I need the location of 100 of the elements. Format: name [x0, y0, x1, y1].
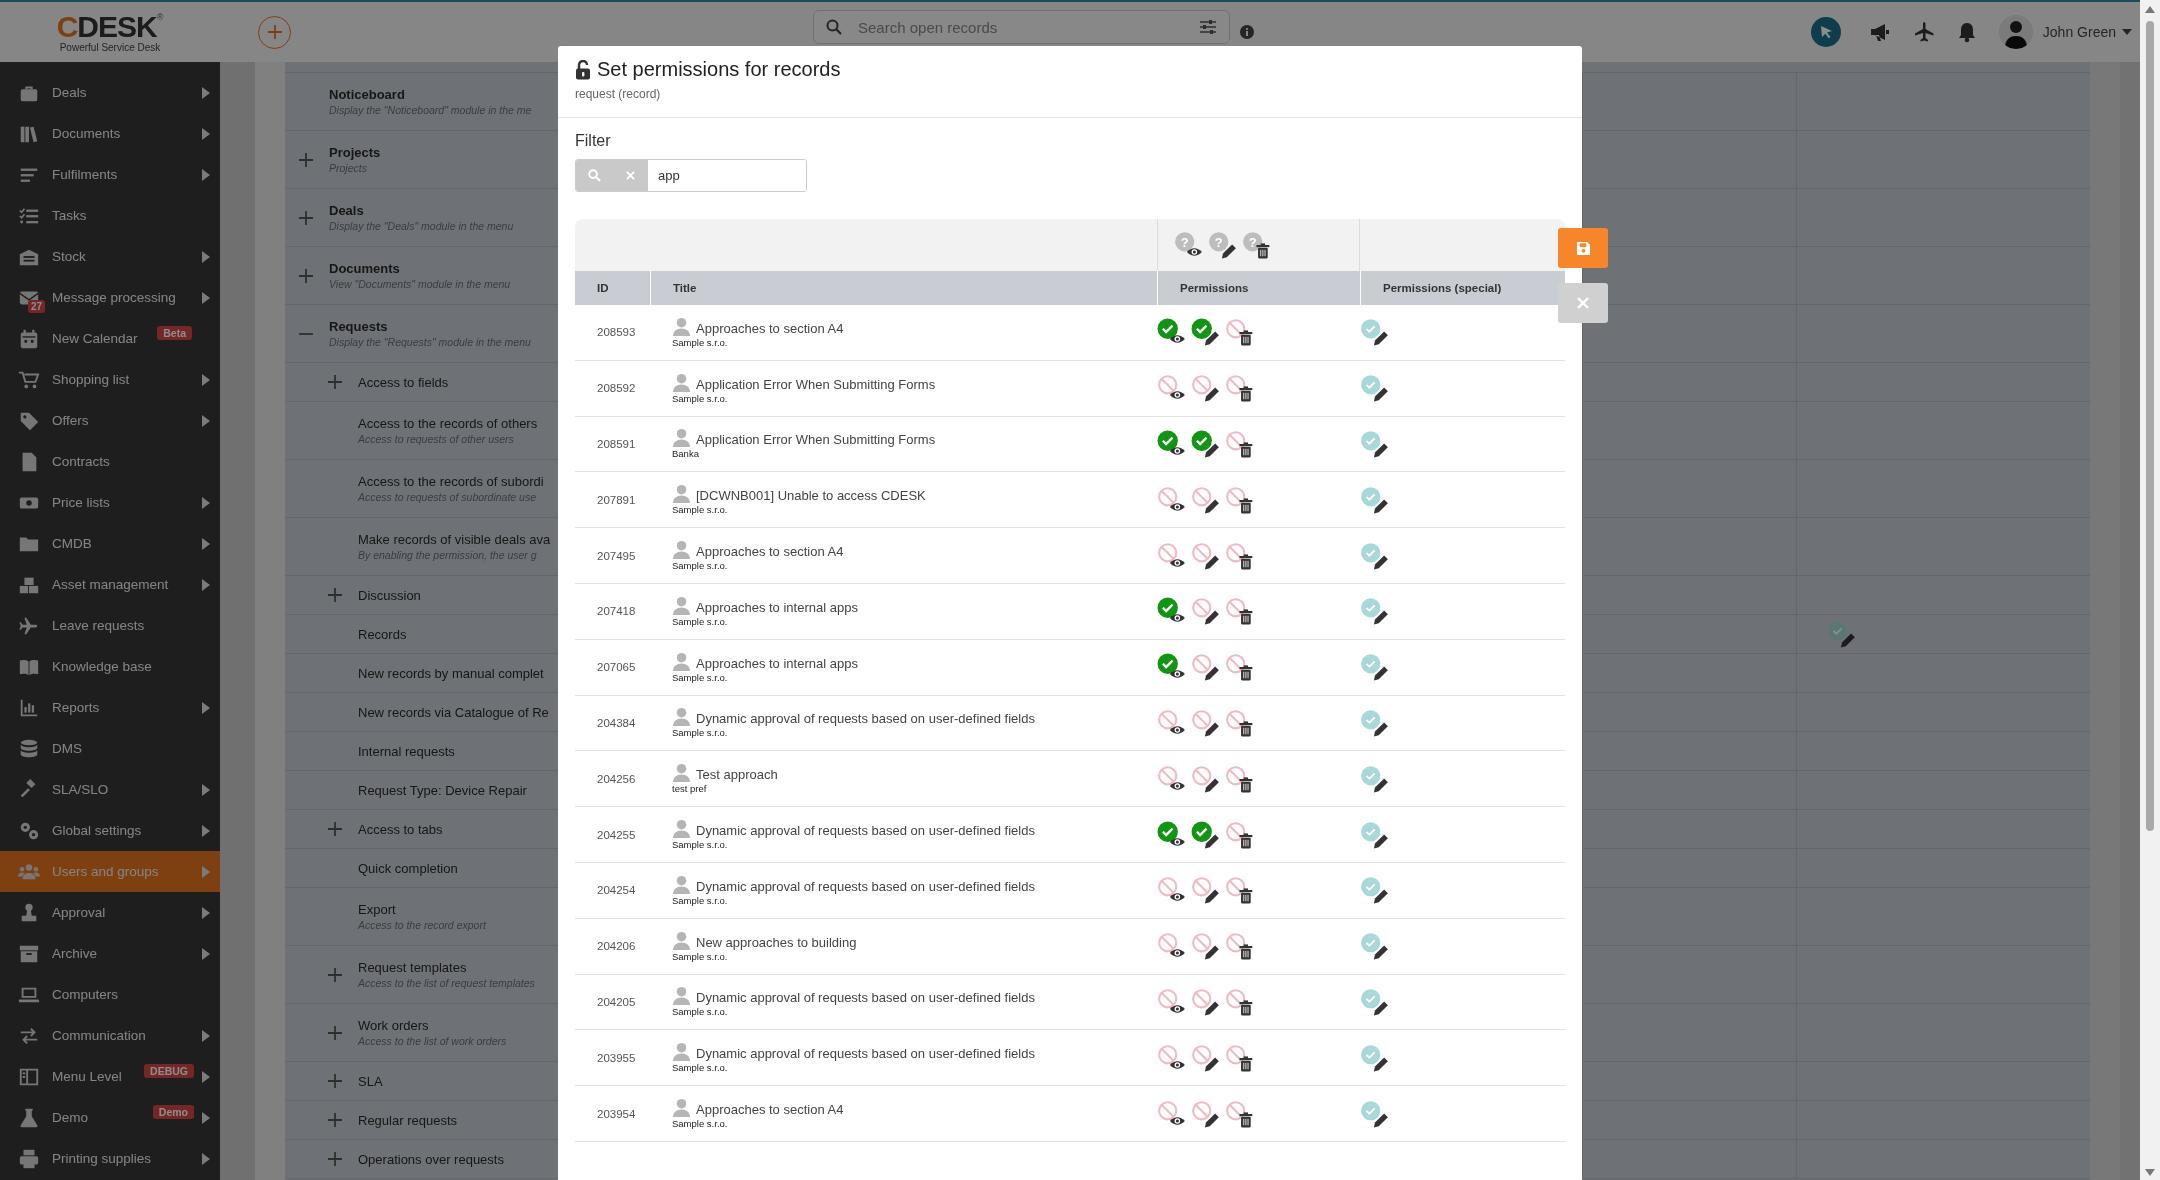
sidebar-item[interactable]: Deals — [0, 72, 220, 113]
plus-icon[interactable] — [328, 375, 342, 389]
check-pencil-icon[interactable] — [1191, 318, 1221, 347]
info-icon[interactable] — [1240, 25, 1254, 39]
search-bar[interactable]: Search open records — [813, 10, 1230, 44]
plus-icon[interactable] — [328, 1113, 342, 1127]
check-pencil-icon[interactable] — [1191, 430, 1221, 458]
blocked-pencil-icon[interactable] — [1191, 876, 1221, 905]
down-arrow-icon[interactable] — [2145, 1169, 2155, 1176]
sidebar-item[interactable]: SLA/SLO — [0, 769, 220, 810]
plus-icon[interactable] — [299, 268, 313, 283]
megaphone-icon[interactable] — [1868, 22, 1891, 42]
plus-icon[interactable] — [328, 588, 342, 602]
blocked-trash-icon[interactable] — [1225, 318, 1255, 347]
sidebar-item[interactable]: Stock — [0, 236, 220, 277]
plus-icon[interactable] — [328, 1025, 342, 1040]
sidebar-item[interactable]: CMDB — [0, 523, 220, 564]
check-eye-icon[interactable] — [1157, 820, 1187, 849]
blocked-pencil-icon[interactable] — [1191, 987, 1221, 1016]
sidebar-item[interactable]: Fulfilments — [0, 154, 220, 195]
blocked-pencil-icon[interactable] — [1191, 653, 1221, 682]
check-pencil-icon[interactable] — [1360, 1099, 1390, 1128]
plus-icon[interactable] — [328, 1152, 342, 1166]
blocked-trash-icon[interactable] — [1225, 653, 1255, 682]
minus-icon[interactable] — [299, 332, 313, 335]
check-pencil-icon[interactable] — [1360, 708, 1390, 737]
check-pencil-icon[interactable] — [1360, 932, 1390, 961]
check-eye-icon[interactable] — [1157, 430, 1187, 458]
blocked-eye-icon[interactable] — [1157, 1099, 1187, 1128]
sidebar-item[interactable]: Reports — [0, 687, 220, 728]
blocked-pencil-icon[interactable] — [1191, 708, 1221, 737]
blocked-eye-icon[interactable] — [1157, 987, 1187, 1016]
blocked-eye-icon[interactable] — [1157, 764, 1187, 793]
blocked-trash-icon[interactable] — [1225, 374, 1255, 403]
scroll-thumb[interactable] — [2146, 21, 2154, 831]
check-pencil-icon[interactable] — [1191, 820, 1221, 849]
sidebar-item[interactable]: Tasks — [0, 195, 220, 236]
plus-icon[interactable] — [328, 1074, 342, 1088]
sidebar-item[interactable]: Offers — [0, 400, 220, 441]
sidebar-item[interactable]: Documents — [0, 113, 220, 154]
blocked-eye-icon[interactable] — [1157, 485, 1187, 514]
blocked-trash-icon[interactable] — [1225, 876, 1255, 905]
check-pencil-icon[interactable] — [1360, 987, 1390, 1016]
cursor-button[interactable] — [1810, 17, 1841, 47]
plus-icon[interactable] — [328, 822, 342, 836]
blocked-trash-icon[interactable] — [1225, 820, 1255, 849]
blocked-pencil-icon[interactable] — [1191, 764, 1221, 793]
check-pencil-icon[interactable] — [1827, 620, 1857, 648]
plus-icon[interactable] — [299, 152, 313, 167]
blocked-pencil-icon[interactable] — [1191, 1043, 1221, 1072]
check-pencil-icon[interactable] — [1360, 430, 1390, 458]
check-pencil-icon[interactable] — [1360, 374, 1390, 403]
sidebar-item[interactable]: Archive — [0, 933, 220, 974]
blocked-trash-icon[interactable] — [1225, 987, 1255, 1016]
blocked-pencil-icon[interactable] — [1191, 374, 1221, 403]
blocked-trash-icon[interactable] — [1225, 1043, 1255, 1072]
sidebar-item[interactable]: Printing supplies — [0, 1138, 220, 1179]
plus-icon[interactable] — [328, 967, 342, 982]
bell-icon[interactable] — [1956, 21, 1977, 43]
sidebar-item[interactable]: New Calendar Beta — [0, 318, 220, 359]
blocked-trash-icon[interactable] — [1225, 708, 1255, 737]
sidebar-item[interactable]: Shopping list — [0, 359, 220, 400]
blocked-pencil-icon[interactable] — [1191, 541, 1221, 570]
check-pencil-icon[interactable] — [1360, 653, 1390, 682]
blocked-pencil-icon[interactable] — [1191, 932, 1221, 961]
sidebar-item[interactable]: Communication — [0, 1015, 220, 1056]
blocked-pencil-icon[interactable] — [1191, 1099, 1221, 1128]
sidebar-item[interactable]: Knowledge base — [0, 646, 220, 687]
sidebar-item[interactable]: Leave requests — [0, 605, 220, 646]
check-pencil-icon[interactable] — [1360, 597, 1390, 626]
search-field[interactable]: Search open records — [856, 17, 1185, 37]
caret-down-icon[interactable] — [2122, 29, 2132, 35]
blocked-eye-icon[interactable] — [1157, 1043, 1187, 1072]
sidebar-item[interactable]: Global settings — [0, 810, 220, 851]
blocked-pencil-icon[interactable] — [1191, 597, 1221, 626]
blocked-trash-icon[interactable] — [1225, 764, 1255, 793]
sidebar-item[interactable]: Message processing 27 — [0, 277, 220, 318]
filter-bar[interactable]: app — [575, 159, 807, 192]
sidebar-item[interactable]: Approval — [0, 892, 220, 933]
sidebar-item[interactable]: Computers — [0, 974, 220, 1015]
user-name[interactable]: John Green — [2042, 24, 2116, 40]
up-arrow-icon[interactable] — [2145, 6, 2155, 13]
check-pencil-icon[interactable] — [1360, 485, 1390, 514]
sidebar-item[interactable]: Price lists — [0, 482, 220, 523]
check-pencil-icon[interactable] — [1360, 820, 1390, 849]
blocked-trash-icon[interactable] — [1225, 1099, 1255, 1128]
check-pencil-icon[interactable] — [1360, 541, 1390, 570]
blocked-trash-icon[interactable] — [1225, 597, 1255, 626]
airplane-icon[interactable] — [1912, 21, 1935, 43]
sidebar-item[interactable]: Menu Level DEBUG — [0, 1056, 220, 1097]
plus-icon[interactable] — [299, 210, 313, 225]
check-pencil-icon[interactable] — [1360, 876, 1390, 905]
sidebar-item[interactable]: Contracts — [0, 441, 220, 482]
sidebar-item[interactable]: Asset management — [0, 564, 220, 605]
blocked-trash-icon[interactable] — [1225, 932, 1255, 961]
blocked-trash-icon[interactable] — [1225, 541, 1255, 570]
blocked-eye-icon[interactable] — [1157, 541, 1187, 570]
check-pencil-icon[interactable] — [1360, 318, 1390, 347]
blocked-trash-icon[interactable] — [1225, 485, 1255, 514]
check-pencil-icon[interactable] — [1360, 1043, 1390, 1072]
